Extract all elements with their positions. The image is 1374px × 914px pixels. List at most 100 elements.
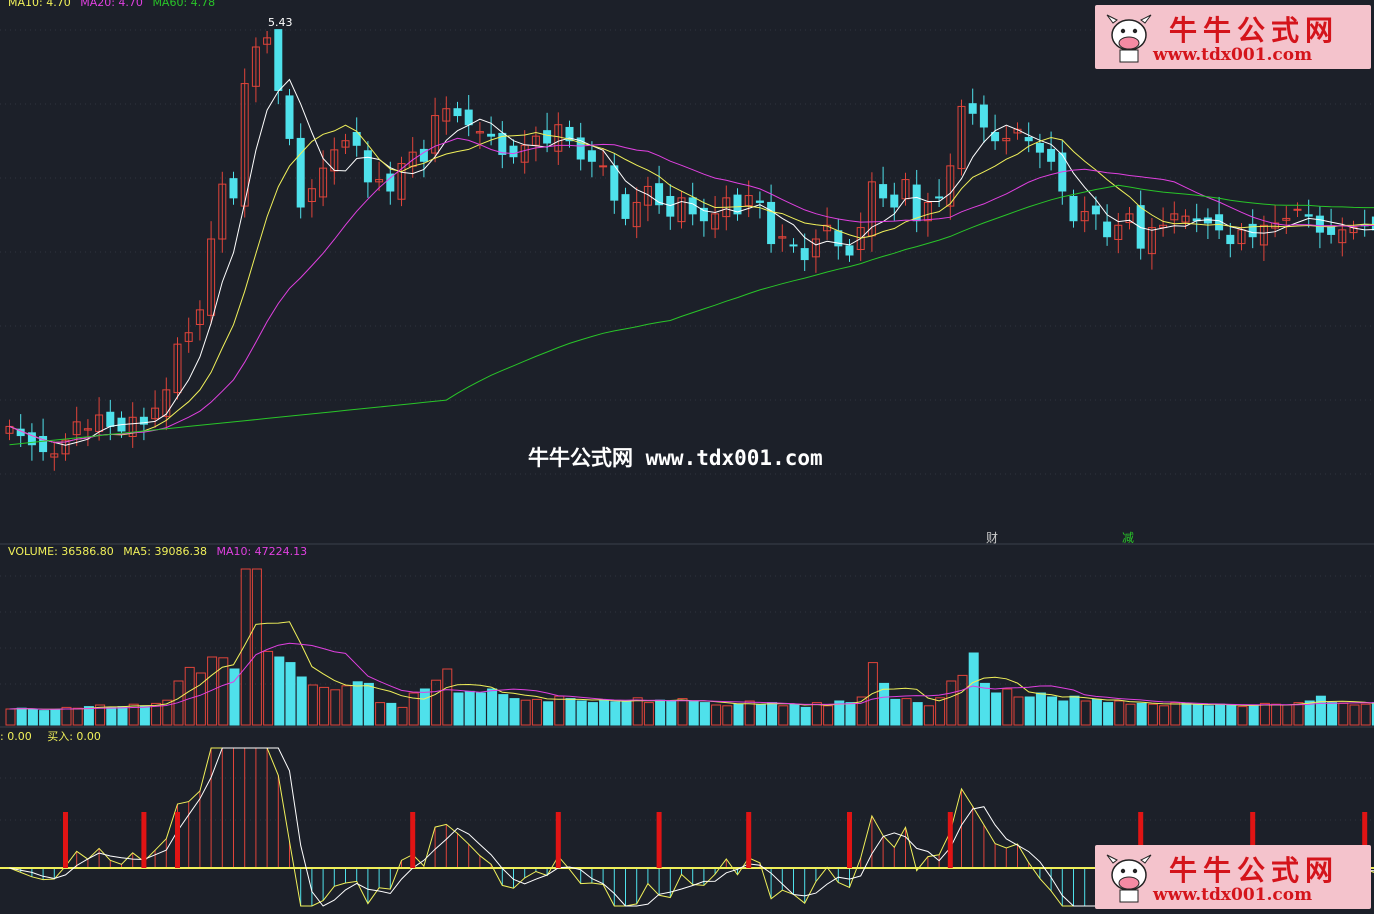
volume-bar	[61, 706, 72, 726]
candle-body	[599, 165, 608, 168]
candle-body	[229, 178, 238, 199]
signal-bar	[847, 812, 852, 868]
volume-bar	[1125, 703, 1136, 726]
candle-body	[666, 195, 675, 217]
volume-legend: VOLUME: 36586.80 MA5: 39086.38 MA10: 472…	[8, 545, 313, 558]
volume-bar	[1327, 702, 1338, 726]
volume-bar	[1147, 703, 1158, 726]
volume-bar	[195, 672, 206, 726]
signal-bar	[175, 812, 180, 868]
cow-mascot-icon	[1106, 14, 1152, 63]
candle-body	[285, 95, 294, 139]
candle-body	[1024, 137, 1033, 142]
volume-bar	[1338, 702, 1349, 726]
volume-bar	[755, 704, 766, 726]
volume-bar	[83, 706, 94, 726]
volume-bar	[1035, 692, 1046, 726]
volume-bar	[487, 688, 498, 726]
volume-bar	[800, 706, 811, 726]
legend-ma10: MA10: 4.70	[8, 0, 71, 9]
signal-bar	[555, 812, 561, 868]
candle-body	[274, 29, 283, 91]
volume-bar	[1159, 705, 1170, 726]
volume-bar	[1080, 700, 1091, 726]
volume-bar	[1024, 696, 1035, 726]
volume-bar	[509, 698, 520, 726]
volume-ma5-line	[9, 621, 1374, 710]
candle-body	[755, 200, 764, 203]
volume-bar	[240, 568, 251, 726]
volume-bar	[117, 706, 128, 726]
volume-bar	[935, 697, 946, 726]
signal-bar	[947, 812, 953, 868]
volume-bar	[699, 702, 710, 726]
volume-bar	[1047, 696, 1058, 726]
volume-bar	[352, 681, 363, 726]
volume-bar	[5, 708, 16, 726]
volume-bar	[39, 710, 50, 726]
candle-body	[453, 108, 462, 117]
candle-body	[509, 145, 518, 158]
volume-bar	[1181, 702, 1192, 726]
candle-body	[1226, 234, 1235, 245]
volume-bar	[1360, 703, 1371, 726]
candle-body	[1327, 226, 1336, 235]
volume-bar	[16, 707, 27, 726]
candles	[5, 29, 1374, 471]
volume-bar	[341, 685, 352, 726]
candle-body	[543, 130, 552, 144]
volume-bar	[677, 698, 688, 726]
volume-bar	[363, 682, 374, 726]
volume-bar	[1315, 695, 1326, 726]
volume-bar	[968, 652, 979, 726]
signal-bar	[141, 812, 147, 868]
volume-bar	[778, 705, 789, 726]
volume-bar	[419, 688, 430, 726]
volume-bar	[1271, 703, 1282, 726]
volume-bar	[184, 666, 195, 726]
volume-bar	[711, 704, 722, 726]
signal-bar	[63, 812, 68, 868]
candle-body	[979, 104, 988, 128]
volume-bar	[1136, 702, 1147, 726]
candle-body	[610, 165, 619, 201]
candle-body	[655, 183, 664, 206]
volume-bar	[1248, 705, 1259, 726]
volume-ma5: MA5: 39086.38	[123, 545, 207, 558]
candle-body	[1103, 221, 1112, 238]
volume-bar	[890, 698, 901, 726]
volume-bar	[554, 695, 565, 726]
volume-bar	[375, 702, 386, 726]
volume-bar	[263, 650, 274, 726]
event-mark-reduce[interactable]: 减	[1122, 529, 1134, 546]
candle-body	[363, 150, 372, 183]
volume-bar	[296, 676, 307, 726]
volume-bar	[643, 702, 654, 726]
watermark-url: www.tdx001.com	[1153, 885, 1313, 905]
legend-ma20: MA20: 4.70	[80, 0, 143, 9]
volume-bar	[1103, 702, 1114, 726]
watermark-title: 牛牛公式网	[1169, 14, 1340, 47]
volume-bar	[923, 705, 934, 726]
volume-bar	[464, 690, 475, 726]
candle-body	[912, 184, 921, 222]
candle-body	[1035, 142, 1044, 153]
volume-bar	[946, 680, 957, 726]
indicator-sell: : 0.00	[0, 730, 32, 743]
volume-ma10: MA10: 47224.13	[216, 545, 308, 558]
volume-bar	[621, 700, 632, 726]
volume-bar	[655, 699, 666, 726]
candle-body	[767, 201, 776, 245]
candle-body	[487, 133, 496, 137]
price-legend: MA10: 4.70 MA20: 4.70 MA60: 4.78	[8, 0, 221, 9]
event-mark-finance[interactable]: 财	[986, 529, 998, 546]
volume-bar	[744, 700, 755, 726]
candle-body	[1315, 215, 1324, 233]
candle-body	[106, 411, 115, 427]
volume-bar	[475, 692, 486, 726]
volume-bar	[307, 684, 318, 726]
volume-bar	[587, 702, 598, 726]
volume-bar	[733, 703, 744, 726]
volume-bar	[106, 706, 117, 726]
volume-bar	[565, 698, 576, 726]
